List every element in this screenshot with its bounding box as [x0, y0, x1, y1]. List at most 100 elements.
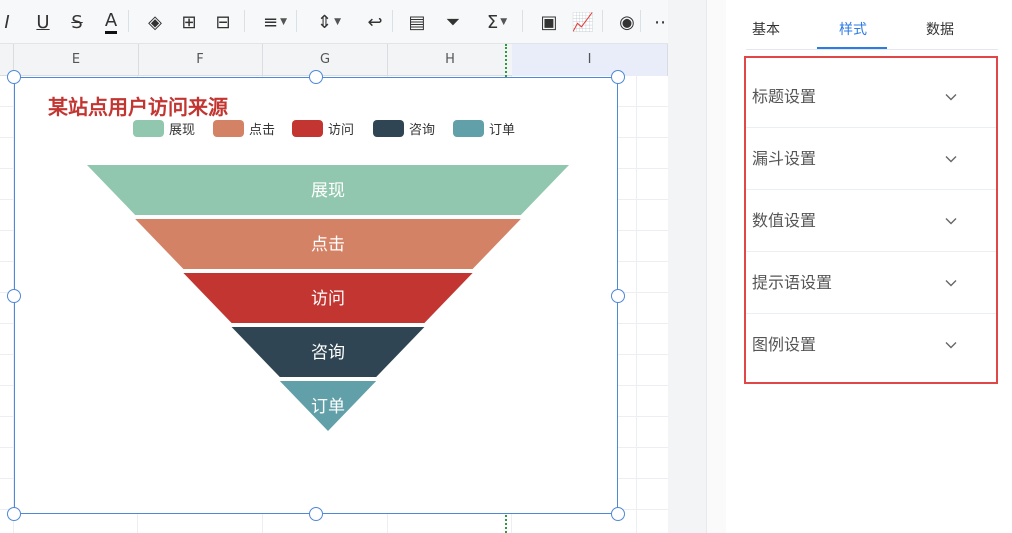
- funnel-chart[interactable]: 展现 点击 访问 咨询 订单 某站点用户访问来源 展现 点击 访问 咨询 订单: [7, 70, 625, 521]
- borders-button[interactable]: ⊞: [176, 9, 202, 35]
- toolbar-separator: [522, 10, 523, 32]
- resize-handle[interactable]: [7, 288, 21, 303]
- dropdown-caret-icon: ▼: [334, 17, 341, 27]
- column-header-h[interactable]: H: [388, 44, 513, 76]
- resize-handle[interactable]: [611, 70, 625, 84]
- active-tab-indicator: [817, 47, 887, 49]
- tab-basic[interactable]: 基本: [732, 10, 800, 50]
- column-header-bar: EFGHI: [0, 44, 668, 76]
- funnel-segment-label: 展现: [311, 181, 345, 201]
- legend-swatch: [292, 120, 323, 137]
- chevron-down-icon: [945, 156, 957, 163]
- toolbar-separator: [640, 10, 641, 32]
- merge-cells-icon: ⊟: [215, 11, 231, 33]
- toolbar-separator: [244, 10, 245, 32]
- chart-button[interactable]: 📈: [570, 9, 596, 35]
- toolbar-separator: [296, 10, 297, 32]
- table-icon: ▤: [408, 11, 426, 33]
- vertical-align-button[interactable]: ⇕ ▼: [310, 9, 348, 35]
- legend-label: 点击: [249, 123, 276, 138]
- spreadsheet-area: I U S A ◈ ⊞ ⊟ ≡ ▼ ⇕ ▼ ↩ ▤ ⏷ Σ ▼ ▣ 📈 ◉ ⋯ EFGHI 展现 点击 访问 咨询 订单 某站…: [0, 0, 668, 533]
- vertical-align-icon: ⇕: [316, 11, 333, 33]
- funnel-segment-label: 订单: [311, 397, 345, 417]
- image-button[interactable]: ▣: [536, 9, 562, 35]
- filter-button[interactable]: ⏷: [440, 9, 466, 35]
- panel-divider: [668, 0, 726, 533]
- underline-icon: U: [36, 11, 50, 33]
- legend-label: 访问: [328, 123, 355, 138]
- fill-color-button[interactable]: ◈: [142, 9, 168, 35]
- wrap-text-icon: ↩: [367, 11, 383, 33]
- more-icon: ⋯: [654, 11, 668, 33]
- strikethrough-button[interactable]: S: [64, 9, 90, 35]
- chevron-down-icon: [945, 342, 957, 349]
- section-legend-settings[interactable]: 图例设置: [746, 314, 996, 376]
- toolbar-separator: [128, 10, 129, 32]
- legend-swatch: [373, 120, 404, 137]
- resize-handle[interactable]: [611, 507, 625, 521]
- sum-button[interactable]: Σ ▼: [478, 9, 516, 35]
- resize-handle[interactable]: [611, 288, 625, 303]
- font-color-button[interactable]: A: [98, 9, 124, 35]
- legend-swatch: [213, 120, 244, 137]
- section-label: 提示语设置: [752, 273, 833, 292]
- section-label: 数值设置: [752, 211, 817, 230]
- legend-label: 咨询: [409, 123, 436, 138]
- resize-handle[interactable]: [7, 507, 21, 521]
- legend-item[interactable]: 订单: [453, 119, 515, 138]
- align-left-button[interactable]: ≡ ▼: [256, 9, 294, 35]
- chart-settings-panel: 基本 样式 数据 标题设置漏斗设置数值设置提示语设置图例设置: [726, 0, 1012, 533]
- table-button[interactable]: ▤: [404, 9, 430, 35]
- chevron-down-icon: [945, 280, 957, 287]
- toolbar-separator: [392, 10, 393, 32]
- section-tooltip-settings[interactable]: 提示语设置: [746, 252, 996, 314]
- fill-color-icon: ◈: [148, 11, 162, 33]
- settings-tabs: 基本 样式 数据: [746, 10, 998, 50]
- legend-label: 订单: [489, 123, 516, 138]
- legend-item[interactable]: 访问: [292, 119, 354, 138]
- underline-button[interactable]: U: [30, 9, 56, 35]
- section-funnel-settings[interactable]: 漏斗设置: [746, 128, 996, 190]
- panel-resize-gutter[interactable]: [706, 0, 726, 533]
- merge-cells-button[interactable]: ⊟: [210, 9, 236, 35]
- strikethrough-icon: S: [71, 11, 83, 33]
- image-icon: ▣: [540, 11, 558, 33]
- dropdown-caret-icon: ▼: [500, 17, 508, 27]
- section-title-settings[interactable]: 标题设置: [746, 66, 996, 128]
- resize-handle[interactable]: [7, 70, 21, 84]
- filter-icon: ⏷: [445, 11, 461, 33]
- resize-handle[interactable]: [309, 507, 323, 521]
- tab-data[interactable]: 数据: [906, 10, 974, 50]
- resize-handle[interactable]: [309, 70, 323, 84]
- funnel-segment-label: 点击: [311, 235, 345, 255]
- font-color-icon: A: [104, 10, 118, 34]
- column-header-f[interactable]: F: [138, 44, 263, 76]
- legend-swatch: [133, 120, 164, 137]
- section-label: 标题设置: [752, 87, 817, 106]
- funnel-plot: 展现点击访问咨询订单: [87, 165, 569, 431]
- section-label: 漏斗设置: [752, 149, 817, 168]
- funnel-segment-label: 咨询: [311, 343, 345, 363]
- borders-icon: ⊞: [181, 11, 197, 33]
- more-button[interactable]: ⋯: [650, 9, 668, 35]
- legend-item[interactable]: 咨询: [373, 119, 435, 138]
- italic-button[interactable]: I: [0, 9, 20, 35]
- toolbar-separator: [602, 10, 603, 32]
- eye-button[interactable]: ◉: [614, 9, 640, 35]
- legend-item[interactable]: 展现: [133, 119, 195, 138]
- column-header-e[interactable]: E: [14, 44, 139, 76]
- legend-item[interactable]: 点击: [213, 119, 275, 138]
- column-header-g[interactable]: G: [263, 44, 388, 76]
- formatting-toolbar: I U S A ◈ ⊞ ⊟ ≡ ▼ ⇕ ▼ ↩ ▤ ⏷ Σ ▼ ▣ 📈 ◉ ⋯: [0, 0, 668, 44]
- eye-icon: ◉: [619, 11, 635, 33]
- chart-title: 某站点用户访问来源: [48, 95, 228, 119]
- sum-icon: Σ: [486, 11, 499, 33]
- section-label: 图例设置: [752, 335, 817, 354]
- tab-style[interactable]: 样式: [818, 10, 888, 50]
- column-header-i[interactable]: I: [512, 44, 668, 76]
- align-left-icon: ≡: [262, 11, 279, 33]
- chevron-down-icon: [945, 94, 957, 101]
- style-settings-list: 标题设置漏斗设置数值设置提示语设置图例设置: [744, 56, 998, 384]
- wrap-text-button[interactable]: ↩: [362, 9, 388, 35]
- section-value-settings[interactable]: 数值设置: [746, 190, 996, 252]
